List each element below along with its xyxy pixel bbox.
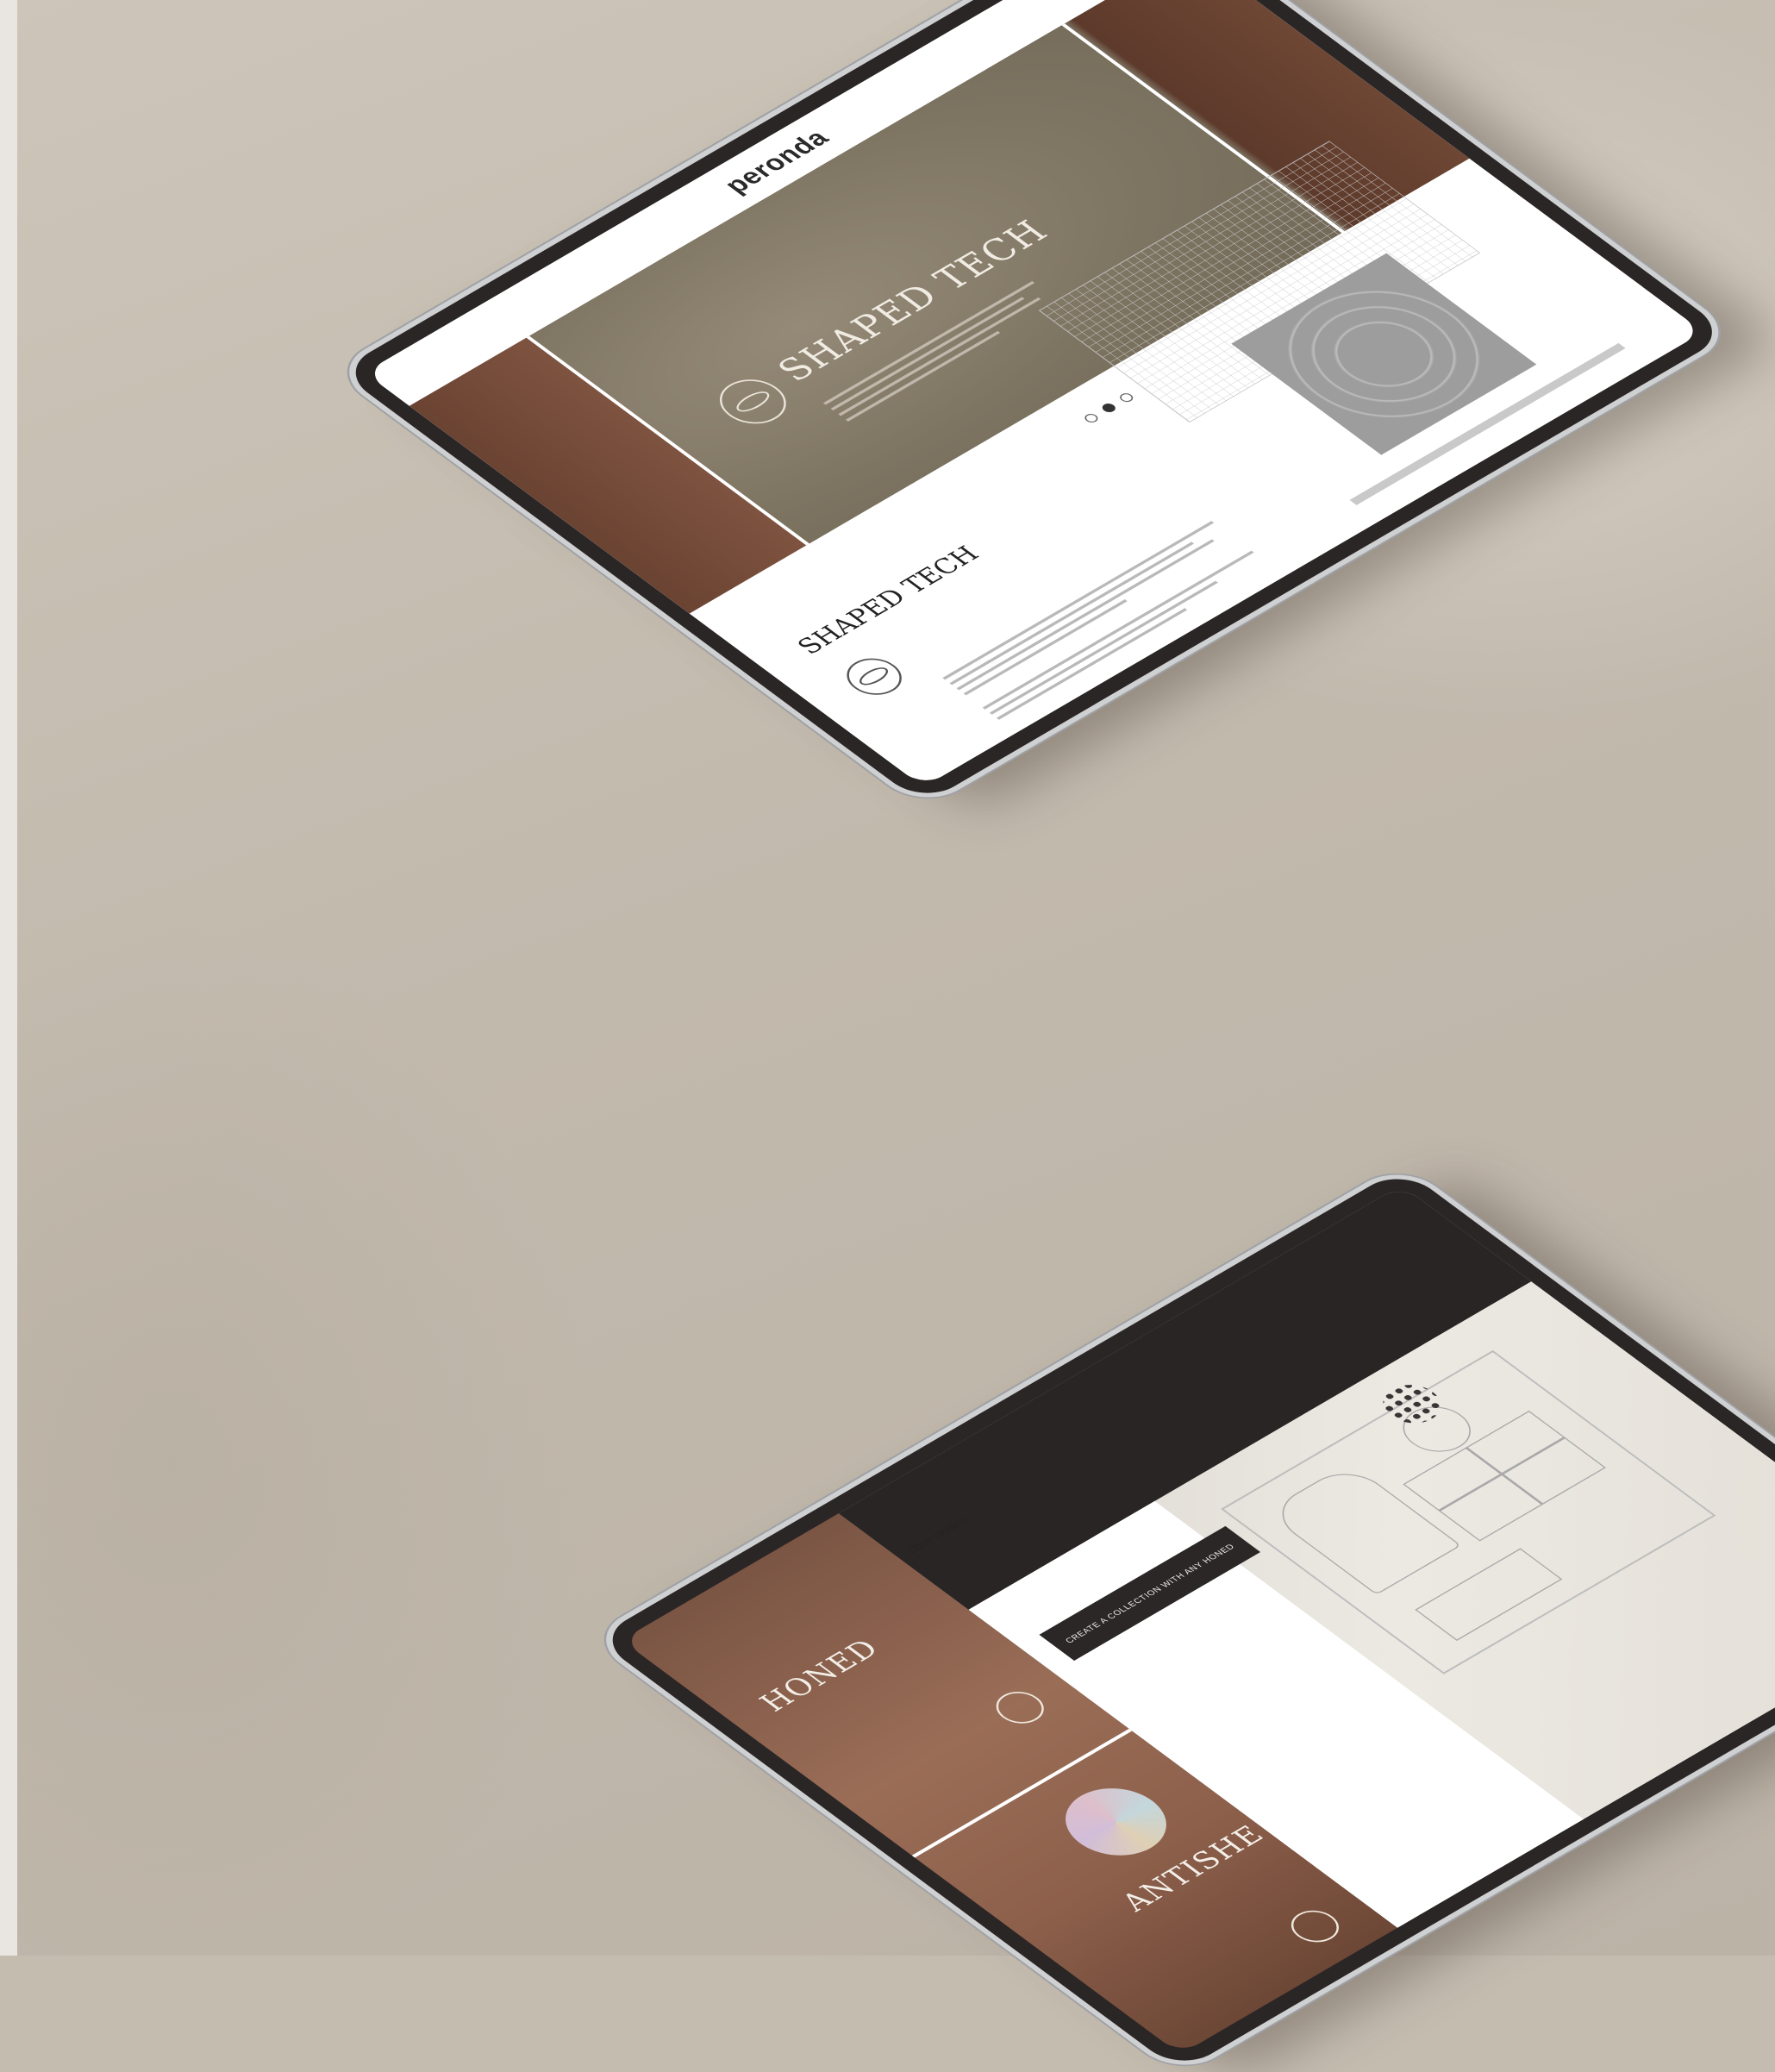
iridescent-disc-image (1044, 1775, 1188, 1869)
carousel-dot-icon[interactable] (1099, 402, 1118, 415)
product-card-honed[interactable]: HONED (753, 1634, 888, 1717)
collection-emblem-icon (835, 651, 913, 703)
detail-title: SHAPED TECH (791, 541, 985, 660)
carousel-dot-icon[interactable] (1082, 412, 1101, 425)
collection-emblem-icon (986, 1685, 1054, 1731)
carousel-dot-icon[interactable] (1117, 391, 1136, 404)
page-edge-strip (0, 0, 17, 1956)
collection-emblem-icon (1281, 1904, 1349, 1949)
